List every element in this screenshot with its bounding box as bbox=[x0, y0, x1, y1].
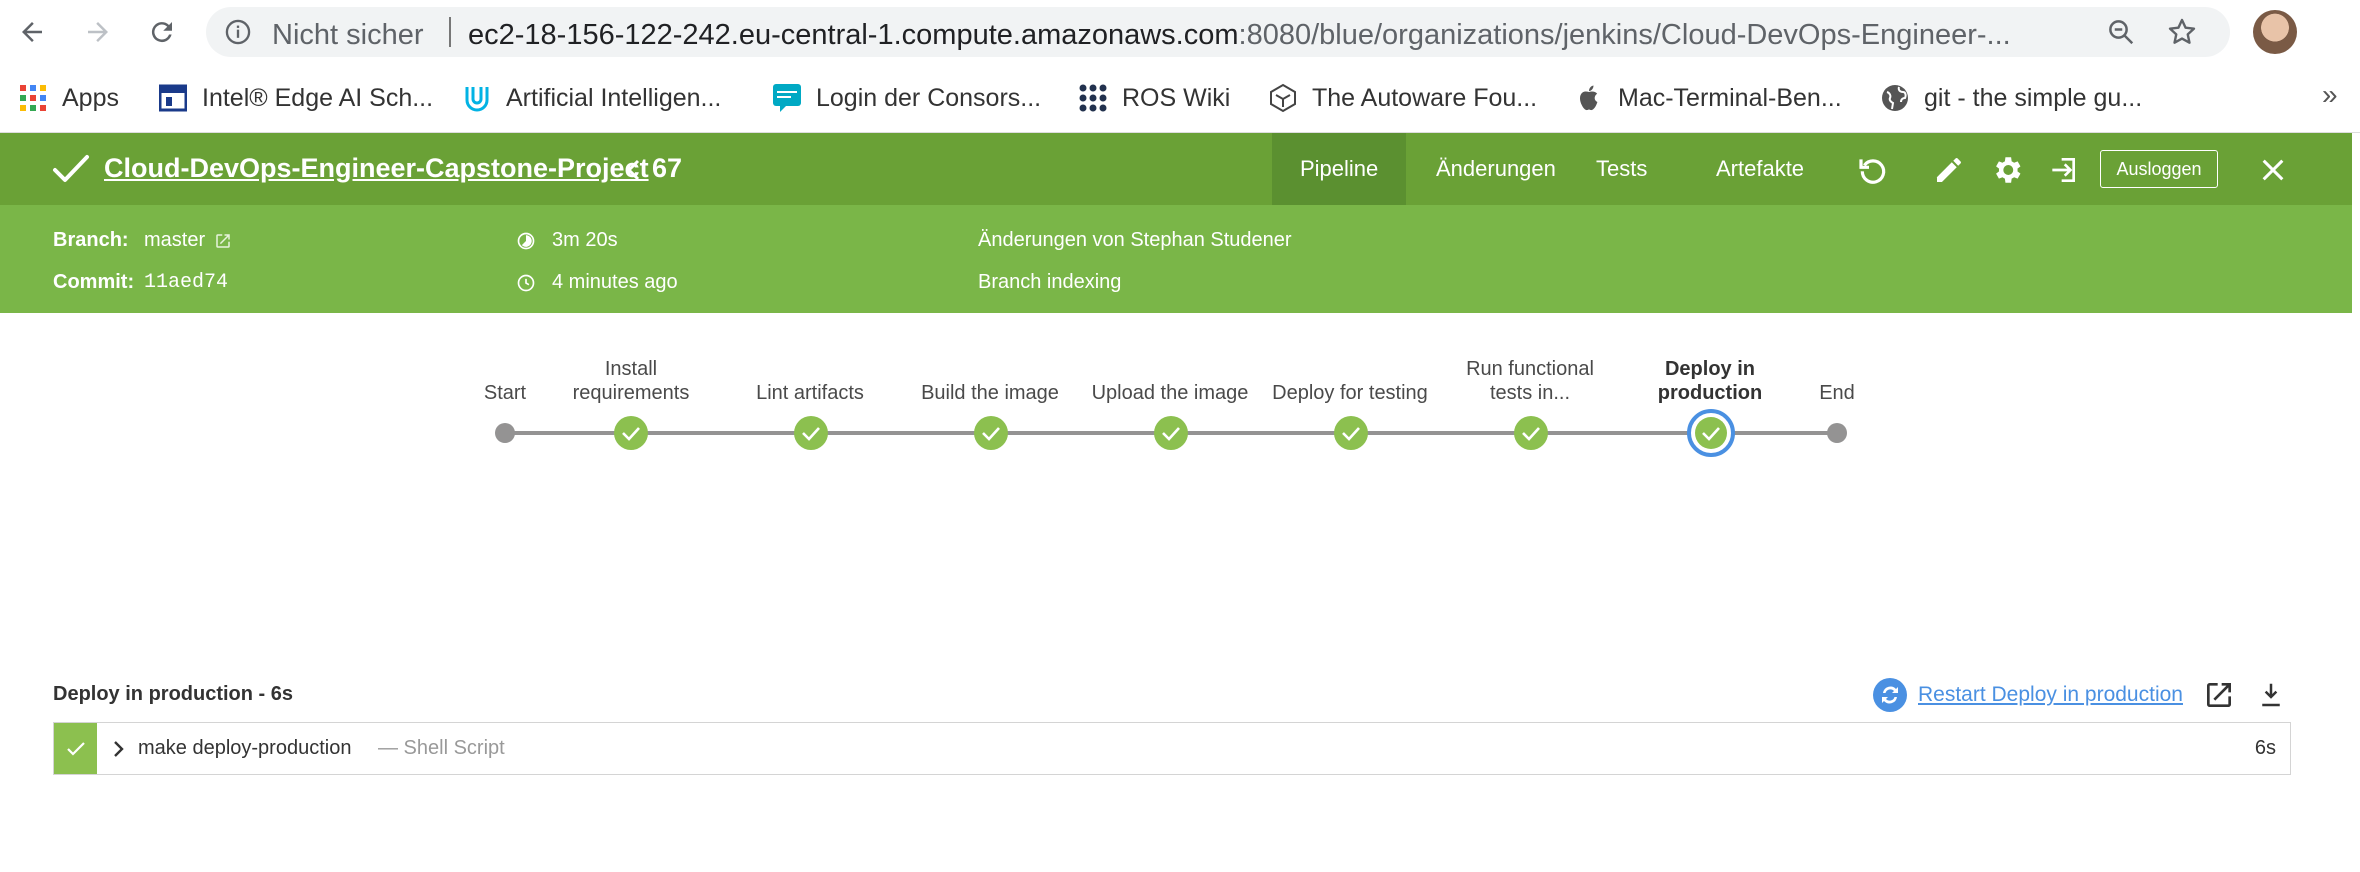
gear-icon bbox=[1996, 157, 2021, 183]
exit-to-app-icon bbox=[2052, 158, 2075, 182]
url-host: ec2-18-156-122-242.eu-central-1.compute.… bbox=[468, 19, 1239, 51]
logout-button[interactable]: Ausloggen bbox=[2100, 150, 2218, 188]
consorsbank-icon bbox=[772, 83, 802, 113]
bookmark-apps[interactable]: Apps bbox=[18, 79, 119, 117]
tab-artifacts[interactable]: Artefakte bbox=[1688, 133, 1832, 205]
intel-icon bbox=[158, 83, 188, 113]
bookmark-intel[interactable]: Intel® Edge AI Sch... bbox=[158, 79, 433, 117]
chevron-left-icon bbox=[626, 159, 640, 181]
bookmark-label: The Autoware Fou... bbox=[1312, 83, 1538, 112]
star-bookmark-icon[interactable] bbox=[2166, 16, 2198, 48]
duration-value: 3m 20s bbox=[552, 229, 618, 251]
back-button[interactable] bbox=[10, 10, 54, 54]
tab-tests[interactable]: Tests bbox=[1568, 133, 1675, 205]
open-classic-button[interactable] bbox=[2046, 153, 2080, 187]
branch-label: Branch: bbox=[53, 229, 129, 251]
stage-node-end bbox=[1827, 423, 1847, 443]
check-icon bbox=[66, 741, 85, 756]
bookmark-autoware[interactable]: The Autoware Fou... bbox=[1268, 79, 1537, 117]
restart-icon bbox=[1873, 678, 1907, 712]
autoware-icon bbox=[1268, 83, 1298, 113]
clock-icon bbox=[517, 274, 535, 292]
download-log-icon[interactable] bbox=[2256, 679, 2286, 711]
apps-grid-icon bbox=[18, 83, 48, 113]
forward-button[interactable] bbox=[76, 10, 120, 54]
pipeline-graph: Start Install requirements Lint artifact… bbox=[0, 313, 2360, 513]
close-button[interactable] bbox=[2256, 153, 2290, 187]
udacity-icon bbox=[462, 83, 492, 113]
address-bar[interactable]: Nicht sicher ec2-18-156-122-242.eu-centr… bbox=[206, 7, 2230, 57]
rerun-icon bbox=[1859, 159, 1886, 184]
step-name: make deploy-production bbox=[138, 737, 352, 759]
success-check-icon bbox=[53, 155, 89, 182]
open-log-external-icon[interactable] bbox=[2203, 679, 2235, 711]
stage-node-start bbox=[495, 423, 515, 443]
edit-button[interactable] bbox=[1932, 153, 1966, 187]
stage-node-deploy-production[interactable] bbox=[1687, 409, 1735, 457]
bookmark-git[interactable]: git - the simple gu... bbox=[1880, 79, 2142, 117]
insecure-label: Nicht sicher bbox=[272, 19, 424, 51]
bookmark-label: Mac-Terminal-Ben... bbox=[1618, 83, 1842, 112]
tab-changes[interactable]: Änderungen bbox=[1408, 133, 1584, 205]
bookmark-mac-terminal[interactable]: Mac-Terminal-Ben... bbox=[1574, 79, 1842, 117]
changes-text: Änderungen von Stephan Studener bbox=[978, 229, 1292, 251]
zoom-icon[interactable] bbox=[2106, 17, 2136, 47]
bookmark-label: git - the simple gu... bbox=[1924, 83, 2143, 112]
close-icon bbox=[2262, 159, 2284, 181]
reload-icon bbox=[151, 22, 172, 43]
stage-node-deploy-testing[interactable] bbox=[1334, 416, 1368, 450]
run-number: 67 bbox=[652, 153, 683, 183]
stage-node-lint-artifacts[interactable] bbox=[794, 416, 828, 450]
bookmark-label: ROS Wiki bbox=[1122, 83, 1231, 112]
restart-stage[interactable]: Restart Deploy in production bbox=[1872, 677, 2183, 713]
run-details: Branch: master Commit: 11aed74 3m 20s 4 … bbox=[0, 205, 2352, 313]
external-link-icon[interactable] bbox=[214, 232, 232, 250]
commit-value: 11aed74 bbox=[144, 271, 229, 294]
bookmark-label: Apps bbox=[62, 83, 119, 112]
stage-node-build-image[interactable] bbox=[974, 416, 1008, 450]
more-bookmarks-chevron-icon[interactable]: » bbox=[2322, 79, 2338, 111]
pencil-icon bbox=[1937, 158, 1961, 182]
step-status-success bbox=[54, 723, 97, 774]
chevron-right-icon[interactable] bbox=[112, 740, 124, 758]
bookmark-ros[interactable]: ROS Wiki bbox=[1078, 79, 1230, 117]
info-icon[interactable] bbox=[224, 18, 252, 46]
cause-text: Branch indexing bbox=[978, 271, 1122, 293]
back-arrow-icon bbox=[22, 22, 42, 42]
step-duration: 6s bbox=[2254, 737, 2276, 759]
url-text[interactable]: ec2-18-156-122-242.eu-central-1.compute.… bbox=[468, 19, 2068, 52]
reload-button[interactable] bbox=[140, 10, 184, 54]
profile-avatar[interactable] bbox=[2253, 10, 2297, 54]
duration-icon bbox=[517, 232, 535, 250]
bookmark-consors[interactable]: Login der Consors... bbox=[772, 79, 1041, 117]
step-section-title: Deploy in production - 6s bbox=[53, 683, 294, 705]
bookmark-label: Intel® Edge AI Sch... bbox=[202, 83, 434, 112]
address-separator bbox=[449, 17, 451, 47]
commit-label: Commit: bbox=[53, 271, 135, 293]
globe-icon bbox=[1880, 83, 1910, 113]
restart-stage-link[interactable]: Restart Deploy in production bbox=[1918, 683, 2183, 707]
stage-node-upload-image[interactable] bbox=[1154, 416, 1188, 450]
pipeline-nodes bbox=[495, 409, 1847, 457]
bookmark-label: Artificial Intelligen... bbox=[506, 83, 722, 112]
forward-arrow-icon bbox=[88, 22, 108, 42]
step-type: — Shell Script bbox=[378, 737, 505, 759]
pipeline-title-link[interactable]: Cloud-DevOps-Engineer-Capstone-Project bbox=[104, 153, 649, 184]
bookmark-label: Login der Consors... bbox=[816, 83, 1042, 112]
tab-pipeline[interactable]: Pipeline bbox=[1272, 133, 1407, 205]
rerun-button[interactable] bbox=[1856, 153, 1890, 187]
browser-toolbar: Nicht sicher ec2-18-156-122-242.eu-centr… bbox=[0, 0, 2360, 65]
settings-button[interactable] bbox=[1990, 153, 2024, 187]
jenkins-run-header: Cloud-DevOps-Engineer-Capstone-Project 6… bbox=[0, 133, 2352, 205]
stage-node-install-requirements[interactable] bbox=[614, 416, 648, 450]
step-row[interactable]: make deploy-production — Shell Script 6s bbox=[53, 722, 2291, 775]
branch-value: master bbox=[144, 229, 206, 251]
url-path: :8080/blue/organizations/jenkins/Cloud-D… bbox=[1238, 19, 2011, 51]
bookmarks-bar: Apps Intel® Edge AI Sch... Artificial In… bbox=[0, 65, 2360, 133]
apple-icon bbox=[1574, 83, 1604, 113]
stage-node-functional-tests[interactable] bbox=[1514, 416, 1548, 450]
ros-icon bbox=[1078, 83, 1108, 113]
started-value: 4 minutes ago bbox=[552, 271, 678, 293]
bookmark-udacity[interactable]: Artificial Intelligen... bbox=[462, 79, 721, 117]
